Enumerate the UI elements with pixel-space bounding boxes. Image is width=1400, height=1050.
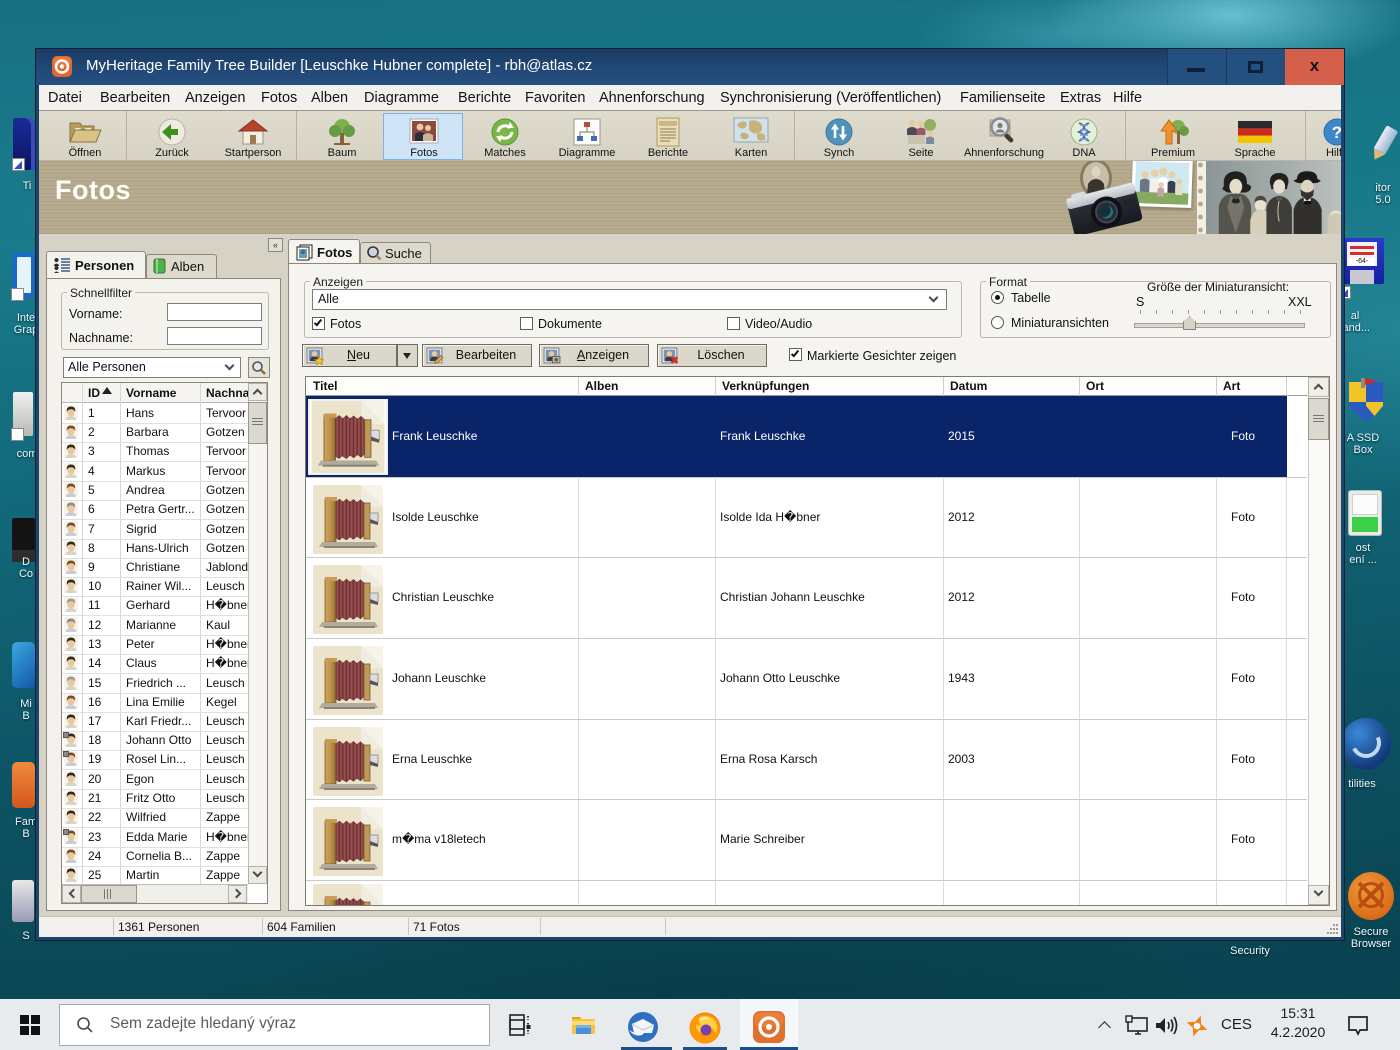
svg-text:?: ? bbox=[1332, 123, 1341, 142]
